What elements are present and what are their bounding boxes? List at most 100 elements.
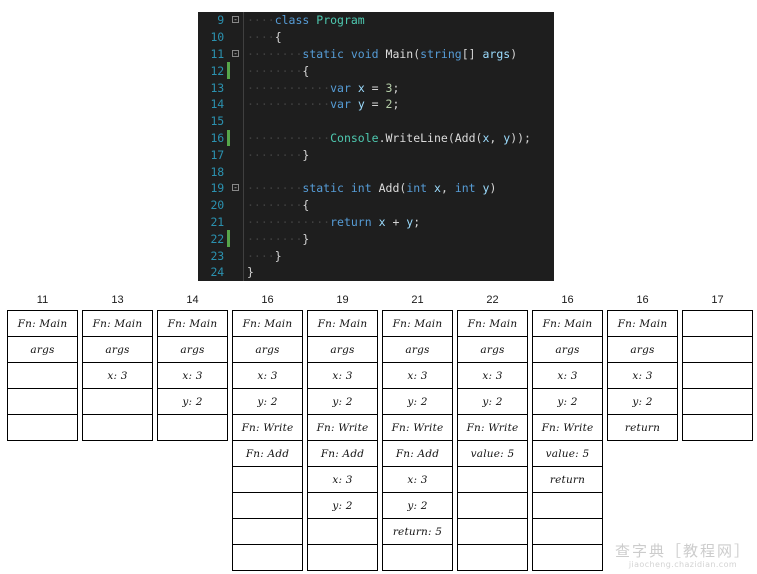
stack-cell xyxy=(8,363,77,389)
code-line[interactable]: 17 ········} xyxy=(198,146,554,163)
line-number: 24 xyxy=(210,265,225,280)
stack-cell: Fn: Write xyxy=(458,415,527,441)
code-token: void xyxy=(350,46,379,61)
stack-cell: y: 2 xyxy=(533,389,602,415)
stack-cell: args xyxy=(458,337,527,363)
code-line[interactable]: 16 ············Console.WriteLine(Add(x, y… xyxy=(198,129,554,147)
code-token: y xyxy=(357,97,365,112)
fold-collapse-icon[interactable]: - xyxy=(230,12,241,29)
stack-column-cells: Fn: Main args x: 3 y: 2 Fn: Write value: 5 ret… xyxy=(532,310,603,571)
change-marker-slot xyxy=(227,29,230,46)
code-token: . xyxy=(378,130,386,145)
code-text: ········static void Main(string[] args) xyxy=(247,47,517,61)
code-token: static xyxy=(302,181,344,196)
stack-cell: Fn: Main xyxy=(458,311,527,337)
code-line[interactable]: 22 ········} xyxy=(198,230,554,248)
code-token: [] xyxy=(461,46,483,61)
change-marker-slot xyxy=(227,79,230,96)
stack-cell: value: 5 xyxy=(458,441,527,467)
stack-cell: value: 5 xyxy=(533,441,602,467)
whitespace-dots: ···· xyxy=(247,13,275,28)
code-token: args xyxy=(482,46,511,61)
code-token: var xyxy=(330,80,351,95)
code-token: } xyxy=(274,248,282,263)
stack-cell xyxy=(308,519,377,545)
stack-cell: return xyxy=(533,467,602,493)
stack-cell: x: 3 xyxy=(383,467,452,493)
line-number: 19 xyxy=(210,181,225,196)
stack-column: 16 Fn: Main args x: 3 y: 2 Fn: Write Fn: Add xyxy=(232,290,303,571)
stack-cell: args xyxy=(233,337,302,363)
stack-column-cells: Fn: Main args x: 3 y: 2 xyxy=(157,310,228,441)
stack-cell: x: 3 xyxy=(308,363,377,389)
code-line[interactable]: 23 ····} xyxy=(198,247,554,264)
code-token: return xyxy=(330,214,372,229)
code-token: ) xyxy=(510,46,518,61)
code-line[interactable]: 12 ········{ xyxy=(198,62,554,80)
code-line[interactable]: 20 ········{ xyxy=(198,196,554,214)
indent-guide xyxy=(241,112,247,130)
stack-column-cells: Fn: Main args x: 3 y: 2 Fn: Write Fn: Add x: 3… xyxy=(382,310,453,571)
stack-cell: args xyxy=(83,337,152,363)
stack-column: 11 Fn: Main args xyxy=(7,290,78,441)
code-text: ····class Program xyxy=(247,13,365,27)
whitespace-dots: ········ xyxy=(247,198,303,213)
code-line[interactable]: 21 ············return x + y; xyxy=(198,213,554,231)
stack-cell: return: 5 xyxy=(383,519,452,545)
code-line[interactable]: 14 ············var y = 2; xyxy=(198,95,554,113)
code-token: x xyxy=(378,214,386,229)
stack-cell: Fn: Main xyxy=(608,311,677,337)
code-line[interactable]: 19- ········static int Add(int x, int y) xyxy=(198,179,554,197)
code-line[interactable]: 15 xyxy=(198,112,554,130)
code-text: ········{ xyxy=(247,64,309,78)
stack-column-cells: Fn: Main args x: 3 y: 2 Fn: Write value: 5 xyxy=(457,310,528,571)
stack-column: 13 Fn: Main args x: 3 xyxy=(82,290,153,441)
code-token: = xyxy=(364,97,386,112)
stack-cell: args xyxy=(8,337,77,363)
line-number: 22 xyxy=(210,231,225,246)
code-line[interactable]: 13 ············var x = 3; xyxy=(198,79,554,96)
stack-cell: Fn: Main xyxy=(383,311,452,337)
stack-cell: Fn: Add xyxy=(233,441,302,467)
whitespace-dots: ········ xyxy=(247,181,303,196)
fold-collapse-icon[interactable]: - xyxy=(230,46,241,63)
stack-cell xyxy=(458,467,527,493)
stack-cell: Fn: Write xyxy=(383,415,452,441)
code-editor[interactable]: 9- ····class Program 10 ····{11- ········sta… xyxy=(198,12,554,281)
line-number: 20 xyxy=(210,198,225,213)
stack-cell: y: 2 xyxy=(233,389,302,415)
code-text: ········} xyxy=(247,232,309,246)
change-marker-slot xyxy=(227,96,230,113)
line-number: 15 xyxy=(210,114,225,129)
stack-cell xyxy=(683,363,752,389)
stack-cell: Fn: Add xyxy=(308,441,377,467)
stack-cell xyxy=(533,519,602,545)
code-token: WriteLine xyxy=(385,130,448,145)
stack-cell xyxy=(233,467,302,493)
code-line[interactable]: 9- ····class Program xyxy=(198,12,554,29)
stack-column: 22 Fn: Main args x: 3 y: 2 Fn: Write value: 5 xyxy=(457,290,528,571)
stack-cell: Fn: Write xyxy=(308,415,377,441)
code-token: Program xyxy=(316,13,365,28)
whitespace-dots: ············ xyxy=(247,80,331,95)
code-text: } xyxy=(247,265,254,279)
stack-cell: x: 3 xyxy=(533,363,602,389)
code-line[interactable]: 10 ····{ xyxy=(198,28,554,46)
indent-guide xyxy=(241,45,247,63)
code-line[interactable]: 11- ········static void Main(string[] arg… xyxy=(198,45,554,63)
code-line[interactable]: 24} xyxy=(198,263,554,281)
stack-cell: args xyxy=(608,337,677,363)
stack-cell: y: 2 xyxy=(383,493,452,519)
stack-cell: x: 3 xyxy=(458,363,527,389)
whitespace-dots: ···· xyxy=(247,30,275,45)
whitespace-dots: ············ xyxy=(247,214,331,229)
code-token: + xyxy=(385,214,407,229)
code-line[interactable]: 18 xyxy=(198,163,554,180)
stack-cell: args xyxy=(158,337,227,363)
indent-guide xyxy=(241,163,247,180)
fold-collapse-icon[interactable]: - xyxy=(230,180,241,197)
stack-cell xyxy=(8,415,77,441)
code-text: ········} xyxy=(247,148,309,162)
